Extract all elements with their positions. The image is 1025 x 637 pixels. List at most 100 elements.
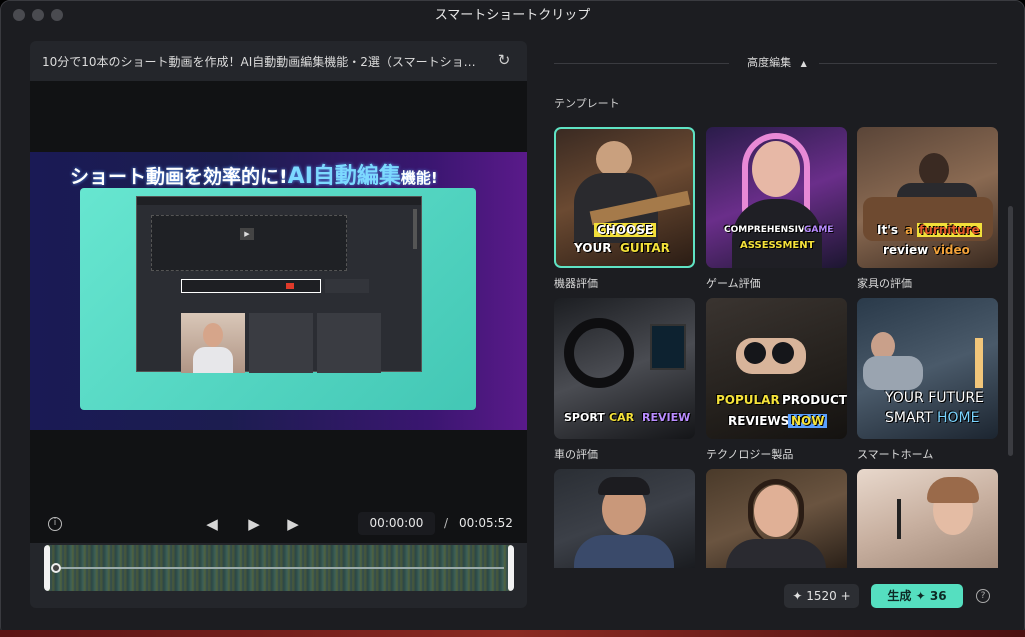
template-card-game[interactable]: COMPREHENSIVE GAME ASSESSMENT	[706, 127, 847, 268]
credits-count: 1520	[806, 589, 837, 603]
template-label: スマートホーム	[857, 448, 934, 461]
preview-panel: 10分で10本のショート動画を作成！AI自動動画編集機能・2選（スマートショート…	[30, 41, 527, 608]
cap	[598, 477, 650, 495]
play-icon: ▶	[240, 228, 254, 240]
caret-up-icon: ▲	[800, 59, 807, 68]
template-overlay-text: YOUR	[574, 241, 612, 255]
template-overlay-text: REVIEW	[642, 411, 691, 424]
template-card-car[interactable]: SPORT CAR REVIEW	[554, 298, 695, 439]
timeline-scrubber[interactable]	[44, 545, 514, 591]
template-overlay-text: a	[905, 223, 914, 237]
template-overlay-text: furniture	[917, 223, 982, 237]
info-icon[interactable]: i	[48, 517, 62, 531]
desktop-background	[0, 630, 1025, 637]
advanced-edit-toggle[interactable]: 高度編集 ▲	[737, 54, 817, 70]
sparkle-icon: ✦	[915, 589, 926, 603]
video-title: 10分で10本のショート動画を作成！AI自動動画編集機能・2選（スマートショート…	[42, 55, 482, 69]
thumbnail-banner-text: ショート動画を効率的に!	[70, 166, 288, 188]
advanced-edit-label: 高度編集	[747, 56, 792, 69]
template-card[interactable]	[706, 469, 847, 568]
template-overlay-text: COMPREHENSIVE	[724, 225, 812, 235]
credits-display[interactable]: ✦ 1520 +	[784, 584, 859, 608]
time-separator: /	[444, 516, 449, 530]
person-body	[726, 539, 826, 568]
generate-button[interactable]: 生成 ✦ 36	[871, 584, 963, 608]
minimize-window-button[interactable]	[32, 9, 44, 21]
lamp	[975, 338, 983, 388]
thumbnail-card: ▶	[80, 188, 476, 410]
title-bar: スマートショートクリップ	[1, 1, 1024, 31]
person-body	[574, 535, 674, 568]
headphones	[748, 479, 804, 543]
template-overlay-text: NOW	[788, 414, 828, 428]
person-head	[596, 141, 632, 177]
template-overlay-text: ASSESSMENT	[740, 240, 815, 251]
help-icon[interactable]: ?	[976, 589, 990, 603]
template-label: 車の評価	[554, 448, 598, 461]
total-time: 00:05:52	[459, 516, 513, 530]
plus-icon: +	[840, 589, 851, 603]
timeline-track	[54, 567, 504, 569]
play-icon[interactable]: ▶	[244, 515, 264, 533]
generate-label: 生成	[887, 589, 912, 603]
template-overlay-text: review	[883, 243, 929, 257]
thumbnail-face-tile	[181, 313, 245, 373]
person-body	[193, 347, 233, 373]
sparkle-icon: ✦	[792, 589, 803, 603]
trim-start-handle[interactable]	[44, 545, 50, 591]
template-overlay-text: GUITAR	[620, 241, 670, 255]
app-window: スマートショートクリップ 10分で10本のショート動画を作成！AI自動動画編集機…	[0, 0, 1025, 637]
video-preview[interactable]: ショート動画を効率的に!AI自動編集機能! ▶	[30, 81, 527, 543]
thumbnail-banner-highlight: AI自動編集	[287, 164, 401, 189]
divider	[554, 63, 729, 64]
template-scrollbar[interactable]	[1008, 206, 1013, 456]
template-label: ゲーム評価	[706, 277, 761, 290]
person-body	[863, 356, 923, 390]
template-overlay-text: CAR	[609, 411, 635, 424]
skip-back-icon[interactable]: ◀	[202, 515, 222, 533]
template-card-smarthome[interactable]: YOUR FUTURE SMART HOME	[857, 298, 998, 439]
template-overlay-text: GAME	[804, 225, 834, 235]
template-overlay-text: It's	[877, 223, 899, 237]
skip-forward-icon[interactable]: ▶	[283, 515, 303, 533]
refresh-icon[interactable]: ↻	[495, 51, 513, 69]
template-label: 機器評価	[554, 277, 598, 290]
person-head	[203, 323, 223, 347]
template-overlay-text: SPORT	[564, 411, 605, 424]
zoom-window-button[interactable]	[51, 9, 63, 21]
video-thumbnail: ショート動画を効率的に!AI自動編集機能! ▶	[30, 152, 527, 430]
template-card-equipment[interactable]: CHOOSE YOUR GUITAR	[554, 127, 695, 268]
close-window-button[interactable]	[13, 9, 25, 21]
template-overlay-text: video	[933, 243, 970, 257]
thumbnail-banner: ショート動画を効率的に!AI自動編集機能!	[70, 158, 490, 189]
template-card[interactable]	[857, 469, 998, 568]
divider	[819, 63, 997, 64]
steering-wheel	[564, 318, 634, 388]
template-overlay-text: REVIEWS	[728, 414, 790, 428]
template-overlay-text: HOME	[937, 410, 980, 426]
thumbnail-select-field	[325, 279, 369, 293]
thumbnail-tile	[317, 313, 381, 373]
template-card-furniture[interactable]: It's a furniture review video	[857, 127, 998, 268]
template-overlay-text: POPULAR	[716, 393, 780, 407]
earbud	[772, 342, 794, 364]
thumbnail-url-field	[181, 279, 321, 293]
template-card-tech[interactable]: POPULAR PRODUCT REVIEWS NOW	[706, 298, 847, 439]
template-overlay-text: PRODUCT	[782, 393, 847, 407]
thumbnail-app-titlebar	[137, 197, 421, 205]
template-label: 家具の評価	[857, 277, 912, 290]
dashboard-screen	[650, 324, 686, 370]
template-card[interactable]	[554, 469, 695, 568]
hair	[927, 477, 979, 503]
trim-end-handle[interactable]	[508, 545, 514, 591]
template-overlay-text: YOUR FUTURE	[885, 390, 984, 406]
thumbnail-tile	[249, 313, 313, 373]
thumbnail-scrollbar	[413, 209, 417, 249]
template-overlay-text: SMART	[885, 410, 933, 426]
template-label: テクノロジー製品	[706, 448, 794, 461]
window-title: スマートショートクリップ	[434, 8, 591, 23]
template-overlay-text: CHOOSE	[594, 223, 657, 237]
earbud	[744, 342, 766, 364]
playhead-knob[interactable]	[51, 563, 61, 573]
thumbnail-banner-suffix: 機能!	[400, 169, 438, 187]
